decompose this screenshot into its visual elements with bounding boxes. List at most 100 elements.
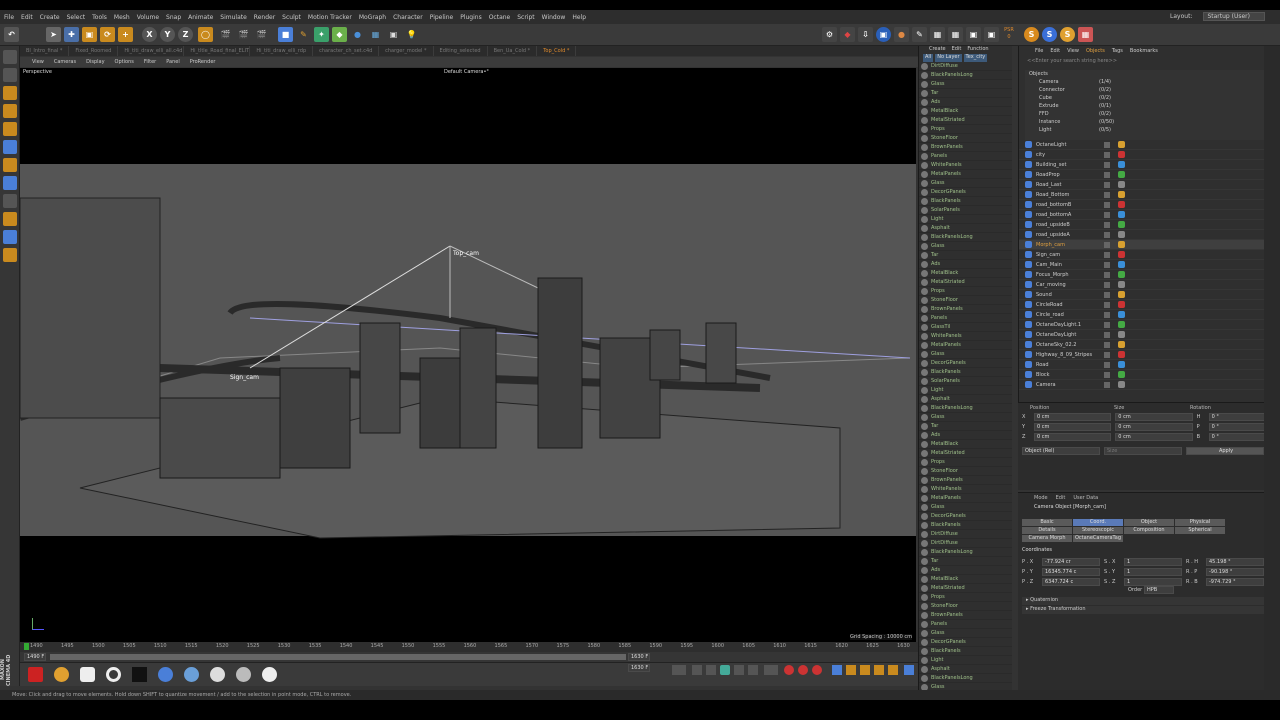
position-field[interactable]: 0 cm bbox=[1033, 413, 1112, 421]
material-item[interactable]: BrownPanels bbox=[919, 305, 1012, 314]
visibility-toggle[interactable] bbox=[1104, 261, 1110, 268]
object-row[interactable]: Block bbox=[1019, 370, 1264, 380]
material-item[interactable]: StoneFloor bbox=[919, 467, 1012, 476]
material-item[interactable]: GlassTil bbox=[919, 323, 1012, 332]
position-field[interactable]: 0 cm bbox=[1033, 423, 1112, 431]
attr-scale-field[interactable]: 1 bbox=[1124, 558, 1182, 566]
object-filter-item[interactable]: Connector (0/2) bbox=[1025, 86, 1264, 94]
object-filter-item[interactable]: Light (0/5) bbox=[1025, 126, 1264, 134]
obj-menu-tags[interactable]: Tags bbox=[1112, 48, 1123, 54]
visibility-toggle[interactable] bbox=[1104, 151, 1110, 158]
tab-stereoscopic[interactable]: Stereoscopic bbox=[1073, 527, 1123, 534]
scale-key-icon[interactable] bbox=[860, 665, 870, 675]
vp-menu-display[interactable]: Display bbox=[86, 59, 104, 65]
material-item[interactable]: Tar bbox=[919, 89, 1012, 98]
object-row[interactable]: OctaneLight bbox=[1019, 140, 1264, 150]
layout-icon[interactable]: ▦ bbox=[930, 27, 945, 42]
material-item[interactable]: DecorGPanels bbox=[919, 638, 1012, 647]
object-row[interactable]: city bbox=[1019, 150, 1264, 160]
material-item[interactable]: Panels bbox=[919, 620, 1012, 629]
axis-mode-icon[interactable] bbox=[3, 158, 17, 172]
material-item[interactable]: MetalBlack bbox=[919, 575, 1012, 584]
material-item[interactable]: Glass bbox=[919, 350, 1012, 359]
material-item[interactable]: StoneFloor bbox=[919, 134, 1012, 143]
attr-scale-field[interactable]: 1 bbox=[1124, 568, 1182, 576]
material-item[interactable]: Glass bbox=[919, 413, 1012, 422]
material-item[interactable]: Tar bbox=[919, 422, 1012, 431]
object-tag-icon[interactable] bbox=[1118, 231, 1125, 238]
material-item[interactable]: MetalStriated bbox=[919, 116, 1012, 125]
tab-spherical[interactable]: Spherical bbox=[1175, 527, 1225, 534]
object-row[interactable]: RoadProp bbox=[1019, 170, 1264, 180]
tab-document[interactable]: Fixed_Roomed bbox=[69, 46, 119, 56]
visibility-toggle[interactable] bbox=[1104, 301, 1110, 308]
object-search-input[interactable]: <<Enter your search string here>> bbox=[1027, 58, 1256, 68]
position-field[interactable]: 0 cm bbox=[1033, 433, 1112, 441]
picture-viewer-icon[interactable]: ▣ bbox=[966, 27, 981, 42]
material-item[interactable]: DecorGPanels bbox=[919, 512, 1012, 521]
visibility-toggle[interactable] bbox=[1104, 221, 1110, 228]
vp-menu-cameras[interactable]: Cameras bbox=[54, 59, 76, 65]
camera-icon[interactable]: ▣ bbox=[386, 27, 401, 42]
object-tag-icon[interactable] bbox=[1118, 361, 1125, 368]
s-plugin-icon-1[interactable]: S bbox=[1024, 27, 1039, 42]
material-item[interactable]: DirtDiffuse bbox=[919, 539, 1012, 548]
material-item[interactable]: BrownPanels bbox=[919, 476, 1012, 485]
material-item[interactable]: BrownPanels bbox=[919, 611, 1012, 620]
material-item[interactable]: Panels bbox=[919, 314, 1012, 323]
menu-plugins[interactable]: Plugins bbox=[460, 14, 482, 21]
material-item[interactable]: DecorGPanels bbox=[919, 188, 1012, 197]
object-tag-icon[interactable] bbox=[1118, 291, 1125, 298]
object-tag-icon[interactable] bbox=[1118, 281, 1125, 288]
material-item[interactable]: WhitePanels bbox=[919, 485, 1012, 494]
object-filter-item[interactable]: Camera (1/4) bbox=[1025, 78, 1264, 86]
timeline-menu-icon[interactable] bbox=[904, 665, 914, 675]
script-icon[interactable]: ✎ bbox=[912, 27, 927, 42]
material-item[interactable]: BlackPanels bbox=[919, 368, 1012, 377]
material-item[interactable]: Light bbox=[919, 386, 1012, 395]
visibility-toggle[interactable] bbox=[1104, 181, 1110, 188]
quaternion-section[interactable]: ▸ Quaternion bbox=[1022, 597, 1272, 605]
menu-render[interactable]: Render bbox=[254, 14, 275, 21]
tab-octane-camera-tag[interactable]: OctaneCameraTag bbox=[1073, 535, 1123, 542]
coord-mode-dropdown[interactable]: Object (Rel) bbox=[1022, 447, 1100, 455]
vp-menu-options[interactable]: Options bbox=[115, 59, 134, 65]
material-item[interactable]: Props bbox=[919, 593, 1012, 602]
material-item[interactable]: MetalStriated bbox=[919, 278, 1012, 287]
object-row[interactable]: CircleRoad bbox=[1019, 300, 1264, 310]
record-icon[interactable] bbox=[28, 667, 43, 682]
menu-help[interactable]: Help bbox=[572, 14, 586, 21]
mat-menu-function[interactable]: Function bbox=[967, 46, 988, 54]
mat-menu-edit[interactable]: Edit bbox=[952, 46, 962, 54]
start-frame-field[interactable]: 1490 F bbox=[24, 653, 46, 661]
object-tag-icon[interactable] bbox=[1118, 271, 1125, 278]
size-field[interactable]: 0 cm bbox=[1115, 413, 1193, 421]
vp-menu-view[interactable]: View bbox=[32, 59, 44, 65]
size-field[interactable]: 0 cm bbox=[1115, 423, 1193, 431]
material-item[interactable]: Asphalt bbox=[919, 224, 1012, 233]
menu-character[interactable]: Character bbox=[393, 14, 423, 21]
object-tag-icon[interactable] bbox=[1118, 251, 1125, 258]
layout-dropdown[interactable]: Startup (User) bbox=[1203, 12, 1265, 21]
visibility-toggle[interactable] bbox=[1104, 241, 1110, 248]
object-tag-icon[interactable] bbox=[1118, 141, 1125, 148]
object-tag-icon[interactable] bbox=[1118, 341, 1125, 348]
render-picture-icon[interactable]: 🎬 bbox=[236, 27, 251, 42]
menu-animate[interactable]: Animate bbox=[188, 14, 213, 21]
material-item[interactable]: DirtDiffuse bbox=[919, 62, 1012, 71]
material-item[interactable]: Glass bbox=[919, 683, 1012, 690]
download-icon[interactable]: ⇩ bbox=[858, 27, 873, 42]
material-item[interactable]: WhitePanels bbox=[919, 161, 1012, 170]
ies-icon[interactable] bbox=[132, 667, 147, 682]
keyframe-selection-icon[interactable] bbox=[812, 665, 822, 675]
grid-icon[interactable]: ▦ bbox=[1078, 27, 1093, 42]
material-item[interactable]: BlackPanelsLong bbox=[919, 233, 1012, 242]
subdivision-icon[interactable]: ✦ bbox=[314, 27, 329, 42]
timeline-icon[interactable]: ▦ bbox=[948, 27, 963, 42]
object-row[interactable]: Morph_cam bbox=[1019, 240, 1264, 250]
play-icon[interactable] bbox=[720, 665, 730, 675]
material-item[interactable]: StoneFloor bbox=[919, 602, 1012, 611]
s-plugin-icon-3[interactable]: S bbox=[1060, 27, 1075, 42]
prev-key-icon[interactable] bbox=[692, 665, 702, 675]
render-view-icon[interactable]: 🎬 bbox=[218, 27, 233, 42]
